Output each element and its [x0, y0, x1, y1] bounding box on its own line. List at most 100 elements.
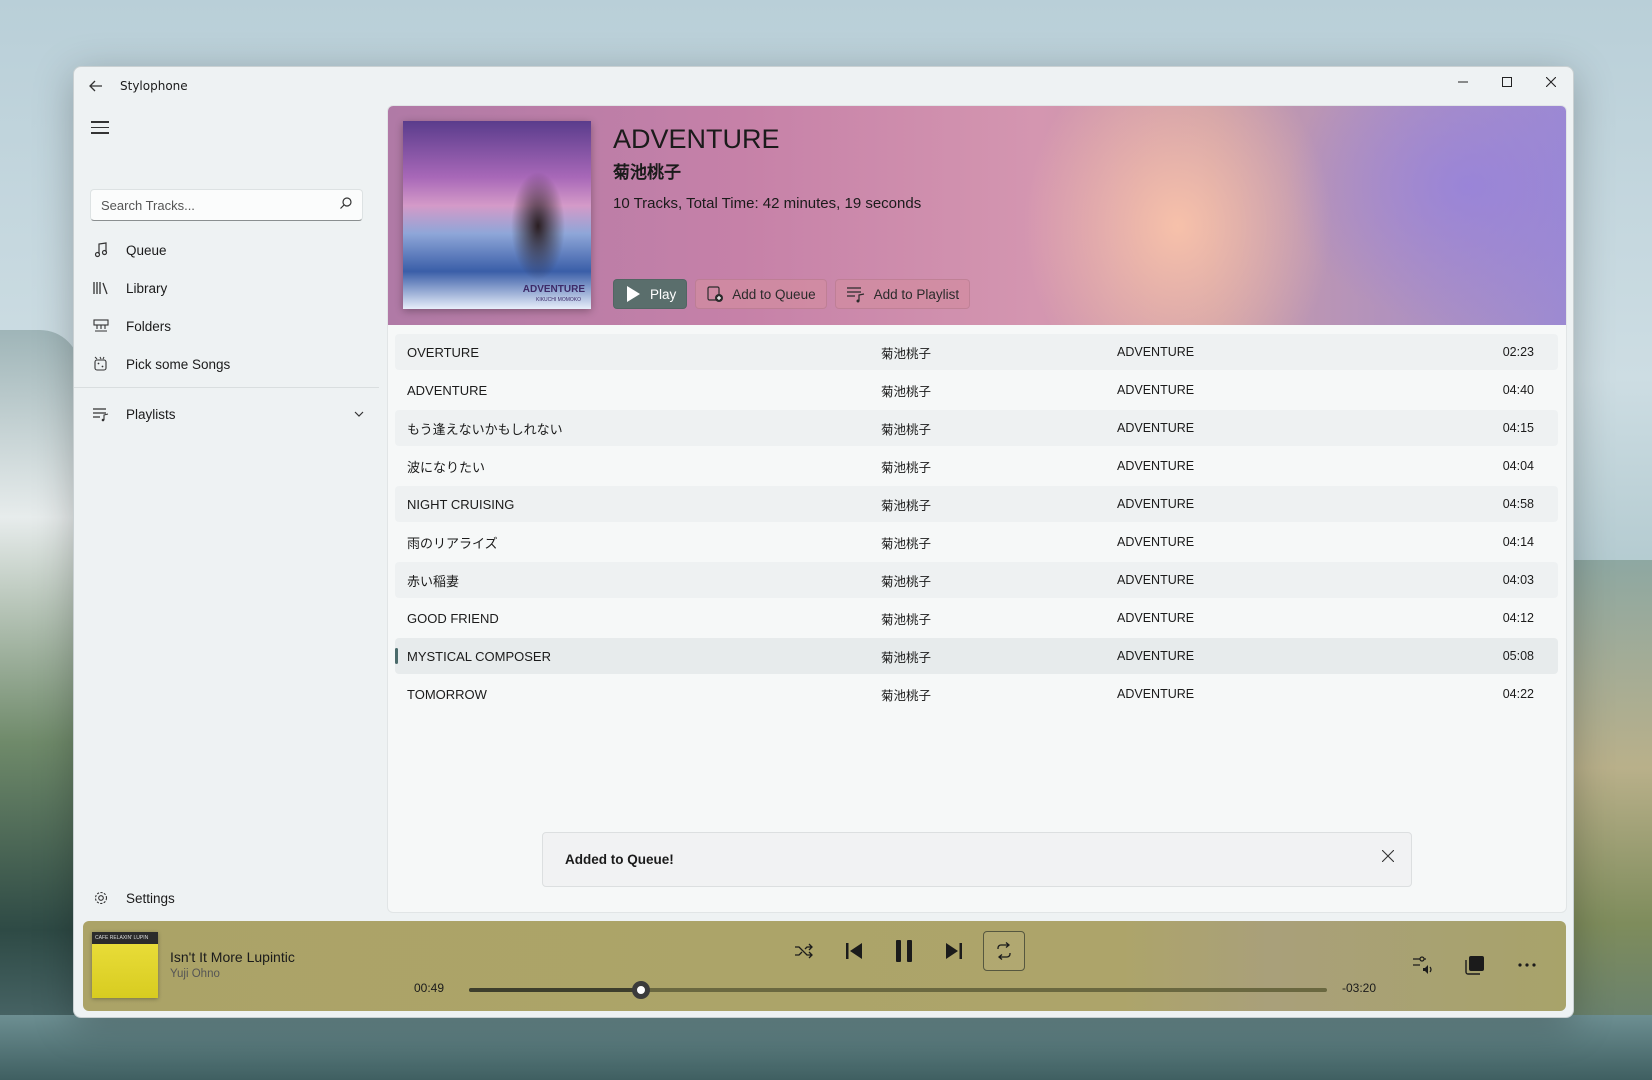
now-playing-title: Isn't It More Lupintic [170, 949, 295, 965]
time-elapsed: 00:49 [414, 981, 445, 995]
progress-slider[interactable] [469, 981, 1327, 999]
track-artist: 菊池桃子 [881, 384, 932, 399]
track-album: ADVENTURE [1117, 687, 1195, 701]
album-cover: ADVENTURE KIKUCHI MOMOKO [403, 121, 591, 309]
maximize-button[interactable] [1485, 67, 1529, 97]
track-artist: 菊池桃子 [881, 612, 932, 627]
table-row[interactable]: 波になりたい 菊池桃子 ADVENTURE 04:04 [395, 448, 1558, 484]
shuffle-button[interactable] [783, 931, 825, 971]
close-icon [1382, 850, 1394, 862]
now-playing-artist: Yuji Ohno [170, 968, 220, 980]
pause-button[interactable] [883, 931, 925, 971]
sidebar: Queue Library Folders Pick some Songs [74, 105, 379, 917]
now-playing-cover-text: CAFE RELAXIN' LUPIN [95, 935, 149, 941]
repeat-button[interactable] [983, 931, 1025, 971]
music-note-icon [90, 241, 112, 259]
play-button[interactable]: Play [613, 279, 688, 309]
window-controls [1441, 67, 1573, 95]
table-row[interactable]: MYSTICAL COMPOSER 菊池桃子 ADVENTURE 05:08 [395, 638, 1558, 674]
track-duration: 04:58 [1502, 497, 1534, 511]
player-bar: CAFE RELAXIN' LUPIN Isn't It More Lupint… [83, 921, 1566, 1011]
sidebar-item-label: Settings [126, 890, 175, 906]
more-options-button[interactable] [1506, 945, 1548, 985]
playlist-icon [90, 405, 112, 423]
track-album: ADVENTURE [1117, 421, 1195, 435]
album-artist: 菊池桃子 [613, 163, 681, 183]
compact-overlay-icon [1465, 956, 1484, 975]
sidebar-item-library[interactable]: Library [78, 269, 378, 307]
track-title: もう逢えないかもしれない [407, 421, 563, 437]
app-title: Stylophone [120, 79, 188, 93]
search-box [90, 189, 363, 221]
sidebar-item-pick-songs[interactable]: Pick some Songs [78, 345, 378, 383]
sidebar-item-settings[interactable]: Settings [78, 879, 372, 917]
track-artist: 菊池桃子 [881, 536, 932, 551]
track-duration: 05:08 [1502, 649, 1534, 663]
track-duration: 02:23 [1502, 345, 1534, 359]
sidebar-playlists: Playlists [78, 395, 372, 433]
sidebar-item-folders[interactable]: Folders [78, 307, 378, 345]
sidebar-item-label: Queue [126, 242, 167, 258]
track-duration: 04:03 [1502, 573, 1534, 587]
track-album: ADVENTURE [1117, 573, 1195, 587]
previous-button[interactable] [833, 931, 875, 971]
shuffle-icon [795, 943, 813, 959]
album-cover-subtitle: KIKUCHI MOMOKO [535, 297, 581, 303]
next-button[interactable] [933, 931, 975, 971]
table-row[interactable]: TOMORROW 菊池桃子 ADVENTURE 04:22 [395, 676, 1558, 712]
track-artist: 菊池桃子 [881, 346, 932, 361]
table-row[interactable]: OVERTURE 菊池桃子 ADVENTURE 02:23 [395, 334, 1558, 370]
track-album: ADVENTURE [1117, 383, 1195, 397]
track-duration: 04:12 [1502, 611, 1534, 625]
volume-mixer-icon [1413, 956, 1432, 974]
add-to-queue-button[interactable]: Add to Queue [695, 279, 827, 309]
now-playing-cover[interactable]: CAFE RELAXIN' LUPIN [92, 932, 158, 998]
sidebar-item-queue[interactable]: Queue [78, 231, 378, 269]
track-album: ADVENTURE [1117, 345, 1195, 359]
sidebar-settings: Settings [78, 879, 372, 917]
search-input[interactable] [101, 197, 340, 213]
main-content: ADVENTURE KIKUCHI MOMOKO ADVENTURE 菊池桃子 … [387, 105, 1567, 913]
table-row[interactable]: 赤い稲妻 菊池桃子 ADVENTURE 04:03 [395, 562, 1558, 598]
back-button[interactable] [76, 67, 116, 105]
track-artist: 菊池桃子 [881, 688, 932, 703]
repeat-icon [997, 942, 1011, 960]
table-row[interactable]: GOOD FRIEND 菊池桃子 ADVENTURE 04:12 [395, 600, 1558, 636]
album-header: ADVENTURE KIKUCHI MOMOKO ADVENTURE 菊池桃子 … [388, 106, 1566, 325]
hamburger-menu-button[interactable] [88, 117, 112, 141]
previous-icon [846, 943, 862, 959]
folders-icon [90, 317, 112, 335]
nav-list: Queue Library Folders Pick some Songs [78, 231, 378, 383]
desktop-background-water [0, 1015, 1652, 1080]
close-icon [1546, 77, 1556, 87]
pause-icon [896, 940, 912, 962]
desktop-background-right [1572, 560, 1652, 1080]
add-to-playlist-button[interactable]: Add to Playlist [834, 279, 971, 309]
volume-button[interactable] [1402, 945, 1444, 985]
album-title: ADVENTURE [613, 124, 780, 154]
sidebar-item-playlists[interactable]: Playlists [78, 395, 372, 433]
progress-thumb[interactable] [631, 981, 650, 999]
track-album: ADVENTURE [1117, 459, 1195, 473]
playback-controls [783, 931, 1025, 971]
chevron-down-icon[interactable] [354, 408, 364, 420]
table-row[interactable]: もう逢えないかもしれない 菊池桃子 ADVENTURE 04:15 [395, 410, 1558, 446]
table-row[interactable]: 雨のリアライズ 菊池桃子 ADVENTURE 04:14 [395, 524, 1558, 560]
app-window: Stylophone Search Tracks... Queue Librar… [73, 66, 1574, 1018]
track-title: TOMORROW [407, 686, 487, 702]
track-album: ADVENTURE [1117, 649, 1195, 663]
table-row[interactable]: ADVENTURE 菊池桃子 ADVENTURE 04:40 [395, 372, 1558, 408]
track-title: 波になりたい [407, 459, 486, 475]
toast-message: Added to Queue! [565, 852, 674, 867]
minimize-button[interactable] [1441, 67, 1485, 97]
table-row[interactable]: NIGHT CRUISING 菊池桃子 ADVENTURE 04:58 [395, 486, 1558, 522]
toast-close-button[interactable] [1379, 847, 1397, 865]
track-duration: 04:40 [1502, 383, 1534, 397]
track-duration: 04:15 [1502, 421, 1534, 435]
close-button[interactable] [1529, 67, 1573, 97]
sidebar-item-label: Folders [126, 318, 172, 334]
track-title: MYSTICAL COMPOSER [407, 648, 551, 664]
search-icon[interactable] [340, 197, 352, 213]
compact-overlay-button[interactable] [1454, 945, 1496, 985]
title-bar: Stylophone [74, 67, 1573, 105]
